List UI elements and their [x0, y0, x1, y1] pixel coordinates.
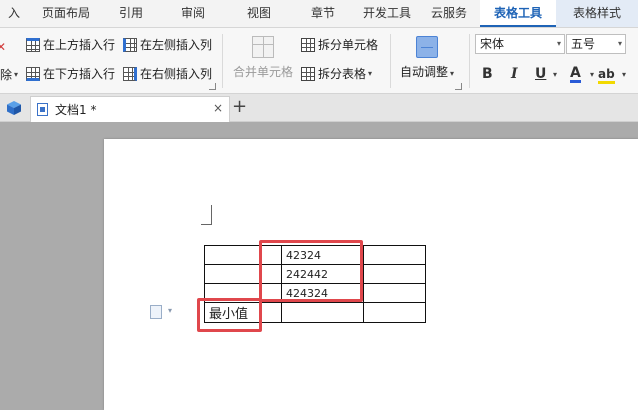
chevron-down-icon[interactable]: ▾ [622, 70, 626, 79]
document-tab[interactable]: 文档1 * × [30, 96, 230, 122]
tab-review[interactable]: 审阅 [158, 0, 228, 27]
insert-column-right-icon [123, 66, 137, 81]
tab-developer-tools[interactable]: 开发工具 [356, 0, 418, 27]
delete-icon: ✕ [0, 40, 7, 54]
table-cell[interactable] [363, 302, 426, 323]
tab-cloud-services[interactable]: 云服务 [418, 0, 480, 27]
highlight-box-values [259, 240, 363, 302]
delete-button[interactable]: 除 ▾ [0, 66, 18, 83]
table-cell[interactable] [261, 302, 282, 323]
split-cells-button[interactable]: 拆分单元格 [301, 36, 378, 53]
ribbon-divider [390, 34, 391, 88]
delete-label: 除 [0, 68, 13, 82]
tab-view[interactable]: 视图 [228, 0, 290, 27]
merge-cells-icon [252, 36, 274, 58]
merge-cells-button[interactable]: 合并单元格 [233, 36, 293, 80]
insert-row-below-button[interactable]: 在下方插入行 [26, 65, 115, 82]
font-color-button[interactable]: A [570, 66, 581, 83]
bold-button[interactable]: B [482, 66, 493, 82]
tab-insert[interactable]: 入 [0, 0, 28, 27]
insert-row-below-icon [26, 66, 40, 81]
table-cell[interactable] [363, 264, 426, 284]
chevron-down-icon: ▾ [450, 69, 455, 78]
font-name-select[interactable]: 宋体 ▾ [475, 34, 565, 54]
table-cell[interactable] [281, 302, 364, 323]
font-size-value: 五号 [571, 37, 596, 51]
chevron-down-icon[interactable]: ▾ [168, 306, 172, 315]
table-cell[interactable] [363, 245, 426, 265]
font-color-label: A [570, 65, 581, 81]
new-tab-button[interactable]: + [232, 96, 247, 117]
chevron-down-icon: ▾ [14, 70, 19, 79]
tab-references[interactable]: 引用 [104, 0, 158, 27]
menu-bar: 入 页面布局 引用 审阅 视图 章节 开发工具 云服务 表格工具 表格样式 [0, 0, 638, 28]
insert-column-left-button[interactable]: 在左侧插入列 [123, 36, 212, 53]
document-icon [37, 103, 48, 116]
insert-column-left-icon [123, 37, 137, 52]
table-cell[interactable] [363, 283, 426, 303]
italic-button[interactable]: I [511, 66, 518, 82]
ribbon-toolbar: ✕ 除 ▾ 在上方插入行 在下方插入行 在左侧插入列 在右侧插入列 合并单元格 拆… [0, 28, 638, 94]
highlight-box-min-label [197, 298, 262, 332]
font-name-value: 宋体 [480, 37, 505, 51]
margin-corner-mark [201, 205, 212, 225]
split-table-button[interactable]: 拆分表格 ▾ [301, 65, 372, 82]
insert-row-above-label: 在上方插入行 [43, 38, 116, 52]
rows-columns-launcher-icon[interactable] [209, 83, 216, 90]
app-cube-icon[interactable] [6, 100, 22, 116]
auto-fit-label: 自动调整 [400, 65, 449, 79]
tab-table-tools[interactable]: 表格工具 [480, 0, 556, 27]
tab-table-style[interactable]: 表格样式 [556, 0, 638, 27]
chevron-down-icon: ▾ [368, 69, 373, 78]
paste-options-icon[interactable] [150, 305, 162, 319]
document-tab-bar: 文档1 * × + [0, 94, 638, 122]
chevron-down-icon: ▾ [617, 39, 622, 48]
document-title: 文档1 * [55, 103, 97, 117]
auto-fit-icon [416, 36, 439, 58]
chevron-down-icon[interactable]: ▾ [590, 70, 594, 79]
insert-column-right-label: 在右侧插入列 [140, 67, 213, 81]
ribbon-divider [222, 34, 223, 88]
chevron-down-icon[interactable]: ▾ [553, 70, 557, 79]
underline-label: U [535, 66, 547, 82]
highlight-button[interactable]: ab [598, 67, 615, 84]
auto-fit-launcher-icon[interactable] [455, 83, 462, 90]
insert-column-right-button[interactable]: 在右侧插入列 [123, 65, 212, 82]
ribbon-divider [469, 34, 470, 88]
split-cells-icon [301, 37, 315, 52]
split-cells-label: 拆分单元格 [318, 38, 379, 52]
insert-row-below-label: 在下方插入行 [43, 67, 116, 81]
highlight-label: ab [598, 67, 615, 81]
auto-fit-button[interactable]: 自动调整 ▾ [400, 36, 454, 80]
merge-cells-label: 合并单元格 [233, 65, 294, 79]
table-cell[interactable] [204, 264, 262, 284]
chevron-down-icon: ▾ [556, 39, 561, 48]
split-table-icon [301, 66, 315, 81]
insert-row-above-button[interactable]: 在上方插入行 [26, 36, 115, 53]
tab-page-layout[interactable]: 页面布局 [28, 0, 104, 27]
insert-row-above-icon [26, 37, 40, 52]
tab-section[interactable]: 章节 [290, 0, 356, 27]
split-table-label: 拆分表格 [318, 67, 367, 81]
close-icon[interactable]: × [213, 101, 223, 115]
font-size-select[interactable]: 五号 ▾ [566, 34, 626, 54]
underline-button[interactable]: U [535, 66, 546, 82]
table-cell[interactable] [204, 245, 262, 265]
insert-column-left-label: 在左侧插入列 [140, 38, 213, 52]
